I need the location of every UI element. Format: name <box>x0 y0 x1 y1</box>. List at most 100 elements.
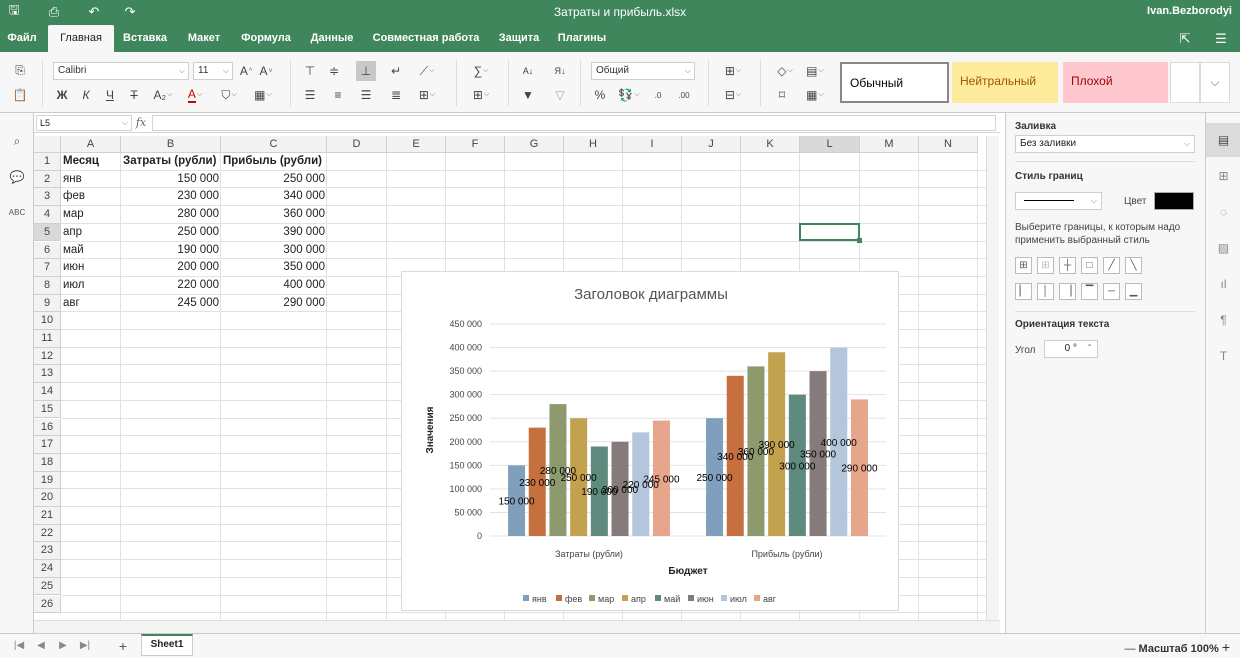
strikethrough-button[interactable]: Т <box>124 85 144 105</box>
tab-formula[interactable]: Формула <box>236 25 296 52</box>
cell[interactable]: Прибыль (рубли) <box>221 153 327 170</box>
column-header[interactable]: D <box>327 136 387 153</box>
paste-icon[interactable]: 📋 <box>10 85 30 105</box>
angle-input[interactable]: 0 ° ⌃ <box>1044 340 1098 358</box>
align-top-icon[interactable]: ⊤ <box>300 61 320 81</box>
row-header[interactable]: 5 <box>34 223 61 242</box>
row-header[interactable]: 17 <box>34 436 61 454</box>
shape-settings-icon[interactable]: ◌ <box>1206 195 1240 229</box>
insert-function-button[interactable]: fx <box>132 115 150 131</box>
column-header[interactable]: J <box>682 136 741 153</box>
spellcheck-icon[interactable]: ABC <box>7 203 27 223</box>
tab-collaboration[interactable]: Совместная работа <box>368 25 484 52</box>
cell[interactable]: май <box>61 242 121 259</box>
align-right-icon[interactable]: ☰ <box>356 85 376 105</box>
cell[interactable]: янв <box>61 171 121 188</box>
row-header[interactable]: 10 <box>34 312 61 330</box>
column-header[interactable]: F <box>446 136 505 153</box>
text-art-icon[interactable]: T <box>1206 339 1240 373</box>
sheet-tab[interactable]: Sheet1 <box>141 634 193 656</box>
align-center-icon[interactable]: ≡ <box>328 85 348 105</box>
tab-file[interactable]: Файл <box>4 25 40 52</box>
wrap-text-icon[interactable]: ↵ <box>386 61 406 81</box>
border-color-swatch[interactable] <box>1154 192 1194 210</box>
cell[interactable]: 400 000 <box>221 277 327 294</box>
cell[interactable]: июл <box>61 277 121 294</box>
column-header[interactable]: A <box>61 136 121 153</box>
cell[interactable]: 390 000 <box>221 224 327 241</box>
font-name-select[interactable]: Calibri ⌵ <box>53 62 189 80</box>
first-sheet-icon[interactable]: |◀ <box>12 639 26 653</box>
border-right-icon[interactable]: ▕ <box>1059 283 1076 300</box>
column-header[interactable]: C <box>221 136 327 153</box>
cell[interactable]: 230 000 <box>121 188 221 205</box>
row-header[interactable]: 7 <box>34 259 61 277</box>
insert-table-icon[interactable]: ⊞ ⌵ <box>468 85 494 105</box>
row-header[interactable]: 4 <box>34 206 61 224</box>
style-normal[interactable]: Обычный <box>840 62 949 103</box>
cell-settings-icon[interactable]: ▤ <box>1206 123 1240 157</box>
border-inner-icon[interactable]: ┼ <box>1059 257 1076 274</box>
column-header[interactable]: B <box>121 136 221 153</box>
copy-style-icon[interactable]: ⌑ <box>772 85 792 105</box>
cell[interactable]: 290 000 <box>221 295 327 312</box>
clear-icon[interactable]: ◇ ⌵ <box>772 61 798 81</box>
cell[interactable]: июн <box>61 259 121 276</box>
sort-descending-icon[interactable]: Я↓ <box>550 61 570 81</box>
row-header[interactable]: 26 <box>34 595 61 614</box>
column-header[interactable]: L <box>800 136 860 153</box>
row-header[interactable]: 19 <box>34 471 61 490</box>
percent-button[interactable]: % <box>590 85 610 105</box>
selected-cell[interactable] <box>799 222 862 244</box>
table-settings-icon[interactable]: ⊞ <box>1206 159 1240 193</box>
format-as-table-icon[interactable]: ▦ ⌵ <box>802 85 828 105</box>
row-header[interactable]: 8 <box>34 276 61 295</box>
border-diag-down-icon[interactable]: ╲ <box>1125 257 1142 274</box>
row-header[interactable]: 18 <box>34 453 61 472</box>
currency-icon[interactable]: 💱 ⌵ <box>616 85 642 105</box>
vertical-scrollbar[interactable] <box>986 136 999 620</box>
align-bottom-icon[interactable]: ⊥ <box>356 61 376 81</box>
fill-select[interactable]: Без заливки ⌵ <box>1015 135 1195 153</box>
cell[interactable]: 280 000 <box>121 206 221 223</box>
cell[interactable]: 350 000 <box>221 259 327 276</box>
tab-layout[interactable]: Макет <box>182 25 226 52</box>
style-bad[interactable]: Плохой <box>1063 62 1168 103</box>
tab-protection[interactable]: Защита <box>493 25 545 52</box>
border-all-icon[interactable]: ⊞ <box>1015 257 1032 274</box>
row-header[interactable]: 25 <box>34 577 61 596</box>
column-header[interactable]: H <box>564 136 623 153</box>
cell[interactable]: Месяц <box>61 153 121 170</box>
row-header[interactable]: 23 <box>34 542 61 561</box>
chart-settings-icon[interactable]: ıl <box>1206 267 1240 301</box>
cell[interactable]: авг <box>61 295 121 312</box>
borders-icon[interactable]: ▦ ⌵ <box>250 85 276 105</box>
border-bottom-icon[interactable]: ▁ <box>1125 283 1142 300</box>
next-sheet-icon[interactable]: ▶ <box>56 639 70 653</box>
hamburger-menu-icon[interactable]: ☰ <box>1212 30 1230 48</box>
italic-button[interactable]: К <box>76 85 96 105</box>
sort-ascending-icon[interactable]: A↓ <box>518 61 538 81</box>
fill-color-icon[interactable]: ⛉ ⌵ <box>216 85 242 105</box>
chart[interactable]: Заголовок диаграммы 0 50 000 100 000 150 000… <box>401 271 899 611</box>
delete-cells-icon[interactable]: ⊟ ⌵ <box>720 85 746 105</box>
row-header[interactable]: 12 <box>34 347 61 366</box>
border-outer-icon[interactable]: □ <box>1081 257 1098 274</box>
cell[interactable]: 340 000 <box>221 188 327 205</box>
cell[interactable]: 300 000 <box>221 242 327 259</box>
cell[interactable]: 250 000 <box>121 224 221 241</box>
image-settings-icon[interactable]: ▨ <box>1206 231 1240 265</box>
column-header[interactable]: N <box>919 136 978 153</box>
border-center-h-icon[interactable]: ─ <box>1103 283 1120 300</box>
clear-filter-icon[interactable]: ▽ <box>550 85 570 105</box>
row-header[interactable]: 21 <box>34 507 61 525</box>
cell[interactable]: фев <box>61 188 121 205</box>
row-header[interactable]: 14 <box>34 383 61 401</box>
decimal-decrease-button[interactable]: .0 <box>648 85 668 105</box>
bold-button[interactable]: Ж <box>52 85 72 105</box>
sum-icon[interactable]: ∑ ⌵ <box>468 61 494 81</box>
select-all-corner[interactable] <box>34 136 61 153</box>
styles-expand-icon[interactable]: ⌵ <box>1200 62 1230 103</box>
row-header[interactable]: 22 <box>34 524 61 543</box>
copy-icon[interactable]: ⎘ <box>10 60 30 80</box>
